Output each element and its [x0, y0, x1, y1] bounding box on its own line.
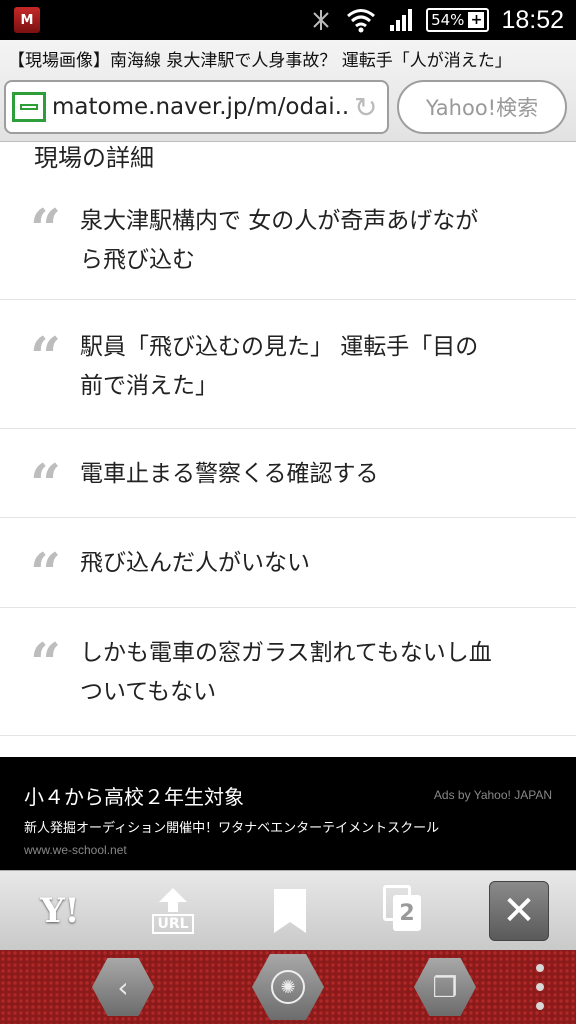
wifi-icon — [347, 9, 376, 33]
quote-text: 電車止まる警察くる確認する — [80, 461, 379, 487]
mcafee-icon: M — [14, 7, 40, 33]
ad-title[interactable]: 小４から高校２年生対象 — [24, 781, 244, 810]
ad-url[interactable]: www.we-school.net — [24, 843, 127, 857]
list-item: “ 電車止まる警察くる確認する — [0, 429, 576, 518]
search-input[interactable]: Yahoo!検索 — [397, 80, 567, 134]
list-item: “ 泉大津駅構内で 女の人が奇声あげなが ら飛び込む — [0, 184, 576, 300]
ad-banner[interactable]: 小４から高校２年生対象 Ads by Yahoo! JAPAN 新人発掘オーディ… — [0, 757, 576, 870]
upload-arrow-icon — [159, 888, 187, 902]
charging-icon: + — [468, 12, 485, 28]
quote-text: 前で消えた」 — [80, 373, 218, 399]
browser-header: 【現場画像】南海線 泉大津駅で人身事故？ 運転手「人が消えた」 matome.n… — [0, 40, 576, 142]
menu-button[interactable] — [534, 964, 546, 1010]
quote-icon: “ — [30, 197, 62, 261]
quote-icon: “ — [30, 631, 62, 695]
quote-text: 泉大津駅構内で 女の人が奇声あげなが — [80, 208, 479, 234]
tabs-button[interactable]: 2 — [375, 881, 435, 941]
quote-icon: “ — [30, 541, 62, 605]
status-icons: 54% + 18:52 — [308, 0, 564, 40]
quote-text: 駅員「飛び込むの見た」 運転手「目の — [80, 334, 479, 360]
bookmark-icon — [274, 889, 306, 933]
yahoo-home-button[interactable]: Y! — [30, 881, 90, 941]
home-button[interactable]: ✺ — [252, 954, 324, 1020]
navigation-bar: ‹ ✺ ❐ — [0, 950, 576, 1024]
clock: 18:52 — [501, 5, 564, 34]
url-share-button[interactable]: URL — [143, 881, 203, 941]
list-item: “ 駅員「飛び込むの見た」 運転手「目の 前で消えた」 — [0, 300, 576, 429]
list-item: “ 飛び込んだ人がいない — [0, 518, 576, 608]
page-content: 現場の詳細 “ 泉大津駅構内で 女の人が奇声あげなが ら飛び込む “ 駅員「飛び… — [0, 142, 576, 757]
url-label: URL — [152, 914, 194, 934]
bluetooth-off-icon — [313, 10, 329, 30]
bookmark-button[interactable] — [260, 881, 320, 941]
list-item: “ しかも電車の窓ガラス割れてもないし血 ついてもない — [0, 608, 576, 736]
ad-attribution: Ads by Yahoo! JAPAN — [433, 788, 552, 802]
url-bar[interactable]: matome.naver.jp/m/odai... ↻ — [4, 80, 389, 134]
back-button[interactable]: ‹ — [92, 958, 154, 1016]
quote-text: ら飛び込む — [80, 247, 195, 273]
quote-icon: “ — [30, 325, 62, 389]
close-tab-button[interactable]: ✕ — [489, 881, 549, 941]
status-bar: M 54% + 18:52 — [0, 0, 576, 40]
quote-text: ついてもない — [80, 679, 217, 705]
spider-icon: ✺ — [271, 970, 305, 1004]
browser-toolbar: Y! URL 2 ✕ — [0, 870, 576, 950]
section-heading: 現場の詳細 — [34, 144, 154, 172]
quote-icon: “ — [30, 452, 62, 516]
ad-description[interactable]: 新人発掘オーディション開催中！ワタナベエンターテイメントスクール — [24, 817, 439, 836]
battery-indicator: 54% + — [426, 8, 490, 32]
tab-count: 2 — [393, 895, 421, 931]
signal-icon — [390, 9, 413, 31]
quote-text: 飛び込んだ人がいない — [80, 550, 310, 576]
battery-percent: 54% — [431, 11, 465, 29]
recent-apps-button[interactable]: ❐ — [414, 958, 476, 1016]
quote-text: しかも電車の窓ガラス割れてもないし血 — [80, 640, 492, 666]
url-text[interactable]: matome.naver.jp/m/odai... — [52, 94, 350, 120]
reload-icon[interactable]: ↻ — [354, 91, 377, 124]
page-title: 【現場画像】南海線 泉大津駅で人身事故？ 運転手「人が消えた」 — [8, 51, 512, 71]
site-favicon-icon — [12, 92, 46, 122]
